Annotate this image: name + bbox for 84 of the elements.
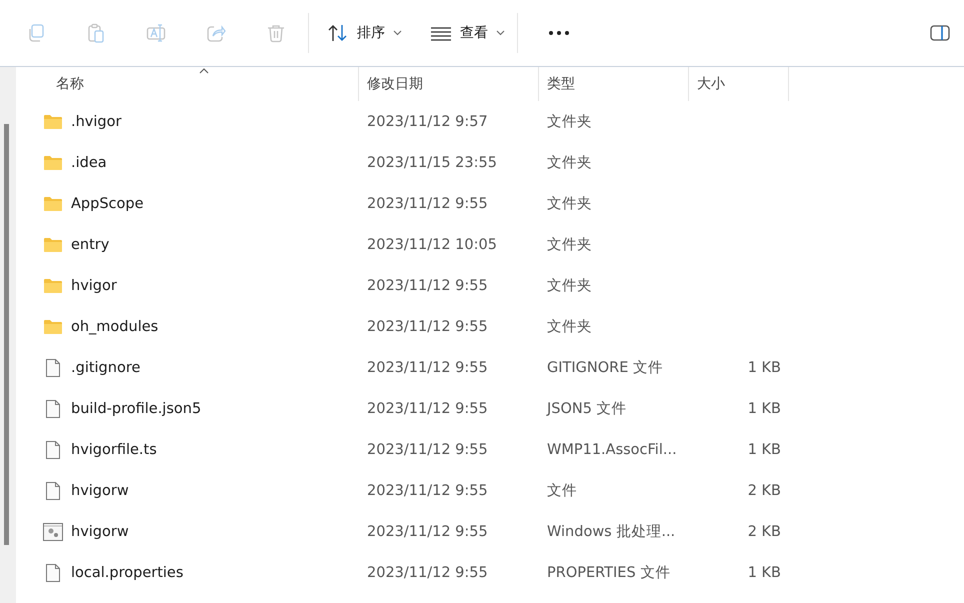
folder-icon: [43, 278, 63, 294]
file-name: hvigorfile.ts: [71, 442, 157, 458]
file-size: 1 KB: [748, 360, 781, 376]
file-icon: [45, 398, 61, 418]
more-icon: [548, 30, 570, 36]
file-name: local.properties: [71, 564, 184, 580]
file-type: 文件夹: [547, 113, 592, 131]
column-header[interactable]: 修改日期: [359, 67, 539, 101]
modified-date: 2023/11/12 9:55: [367, 442, 488, 458]
modified-date: 2023/11/12 9:55: [367, 278, 488, 294]
folder-icon: [43, 196, 63, 212]
file-type: 文件夹: [547, 236, 592, 254]
folder-icon: [43, 318, 63, 334]
file-name: .gitignore: [71, 360, 140, 376]
folder-icon: [43, 154, 63, 170]
sort-menu-button[interactable]: 排序: [319, 15, 410, 51]
file-name: AppScope: [71, 196, 144, 212]
file-row[interactable]: hvigorw 2023/11/12 9:55 文件 2 KB: [16, 470, 964, 511]
file-row[interactable]: hvigorfile.ts 2023/11/12 9:55 WMP11.AssocFil... 1 KB: [16, 429, 964, 470]
file-type: GITIGNORE 文件: [547, 359, 663, 377]
file-type: PROPERTIES 文件: [547, 564, 670, 582]
file-type: 文件夹: [547, 195, 592, 213]
modified-date: 2023/11/12 10:05: [367, 236, 497, 252]
trash-icon: [266, 23, 286, 43]
file-row[interactable]: entry 2023/11/12 10:05 文件夹: [16, 224, 964, 265]
modified-date: 2023/11/12 9:57: [367, 114, 488, 130]
file-icon: [45, 480, 61, 500]
gear-file-icon: [43, 522, 63, 540]
file-type: JSON5 文件: [547, 400, 627, 418]
clipboard-icon: [86, 23, 106, 43]
file-row[interactable]: hvigor 2023/11/12 9:55 文件夹: [16, 265, 964, 306]
sort-arrows-icon: [327, 23, 349, 43]
file-icon: [45, 358, 61, 378]
view-menu-button[interactable]: 查看: [422, 15, 513, 51]
rename-icon: [146, 23, 166, 43]
chevron-down-icon: [393, 30, 402, 36]
file-type: 文件夹: [547, 277, 592, 295]
chevron-down-icon: [496, 30, 505, 36]
file-type: 文件夹: [547, 318, 592, 336]
file-type: 文件: [547, 482, 577, 500]
file-name: build-profile.json5: [71, 400, 202, 416]
file-icon: [45, 440, 61, 460]
file-name: hvigorw: [71, 482, 129, 498]
file-name: entry: [71, 236, 110, 252]
file-name: oh_modules: [71, 318, 158, 334]
file-type: WMP11.AssocFil...: [547, 442, 677, 458]
modified-date: 2023/11/12 9:55: [367, 196, 488, 212]
modified-date: 2023/11/12 9:55: [367, 318, 488, 334]
file-type: Windows 批处理...: [547, 523, 676, 541]
file-size: 2 KB: [748, 524, 781, 540]
file-size: 2 KB: [748, 482, 781, 498]
file-row[interactable]: hvigorw 2023/11/12 9:55 Windows 批处理... 2 KB: [16, 511, 964, 552]
modified-date: 2023/11/12 9:55: [367, 564, 488, 580]
file-size: 1 KB: [748, 564, 781, 580]
folder-icon: [43, 114, 63, 130]
modified-date: 2023/11/12 9:55: [367, 482, 488, 498]
file-icon: [45, 562, 61, 582]
column-header[interactable]: 大小: [689, 67, 789, 101]
file-row[interactable]: .idea 2023/11/15 23:55 文件夹: [16, 142, 964, 183]
pane-icon: [930, 25, 950, 41]
file-row[interactable]: .hvigor 2023/11/12 9:57 文件夹: [16, 101, 964, 142]
file-name: hvigor: [71, 278, 117, 294]
scrollbar-thumb[interactable]: [4, 124, 9, 545]
modified-date: 2023/11/12 9:55: [367, 360, 488, 376]
file-name: .hvigor: [71, 114, 122, 130]
modified-date: 2023/11/12 9:55: [367, 400, 488, 416]
preview-pane-button[interactable]: [930, 25, 952, 41]
file-type: 文件夹: [547, 154, 592, 172]
modified-date: 2023/11/12 9:55: [367, 524, 488, 540]
file-row[interactable]: oh_modules 2023/11/12 9:55 文件夹: [16, 306, 964, 347]
column-header[interactable]: 名称: [16, 67, 359, 101]
file-row[interactable]: local.properties 2023/11/12 9:55 PROPERTIES 文件 1 KB: [16, 552, 964, 593]
file-row[interactable]: .gitignore 2023/11/12 9:55 GITIGNORE 文件 1 KB: [16, 347, 964, 388]
column-header[interactable]: 类型: [539, 67, 689, 101]
file-row[interactable]: AppScope 2023/11/12 9:55 文件夹: [16, 183, 964, 224]
file-name: .idea: [71, 154, 107, 170]
file-size: 1 KB: [748, 400, 781, 416]
modified-date: 2023/11/15 23:55: [367, 154, 497, 170]
file-size: 1 KB: [748, 442, 781, 458]
share-icon: [206, 23, 226, 43]
file-row[interactable]: build-profile.json5 2023/11/12 9:55 JSON5 文件 1 KB: [16, 388, 964, 429]
folder-icon: [43, 236, 63, 252]
sort-caret-icon: [199, 68, 209, 74]
file-name: hvigorw: [71, 524, 129, 540]
